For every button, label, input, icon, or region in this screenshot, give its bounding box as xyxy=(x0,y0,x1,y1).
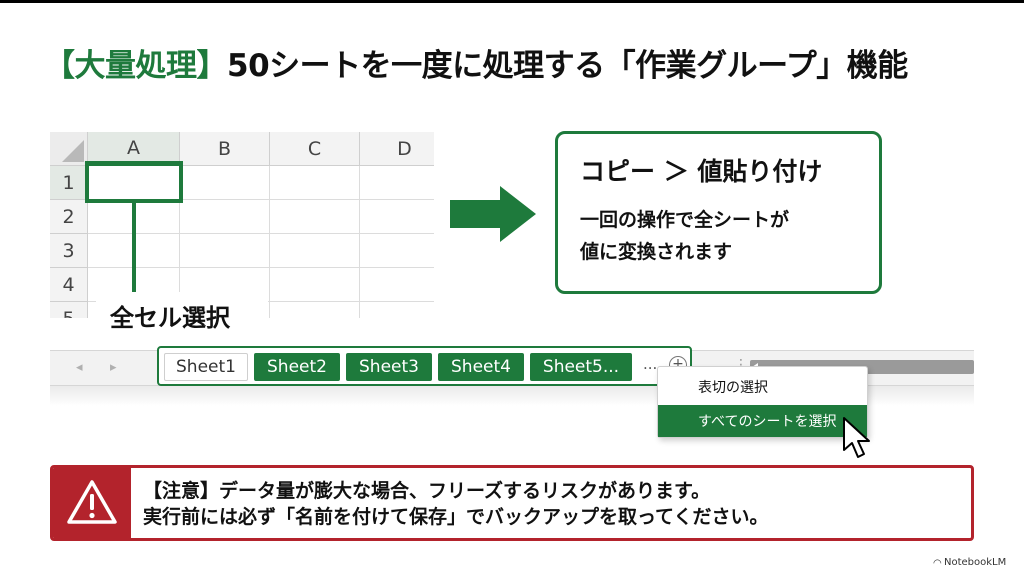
row-header-5[interactable]: 5 xyxy=(50,302,88,318)
warning-text: 【注意】データ量が膨大な場合、フリーズするリスクがあります。 実行前には必ず「名… xyxy=(143,478,768,530)
page-title: 【大量処理】50シートを一度に処理する「作業グループ」機能 xyxy=(44,40,908,88)
info-line-2: 値に変換されます xyxy=(580,241,733,263)
row-header-4[interactable]: 4 xyxy=(50,268,88,302)
menu-item-ungroup[interactable]: 表切の選択 xyxy=(658,371,867,403)
result-info-box: コピー ＞ 値貼り付け 一回の操作で全シートが 値に変換されます xyxy=(555,131,882,294)
info-heading: コピー ＞ 値貼り付け xyxy=(580,157,823,186)
column-header-c[interactable]: C xyxy=(270,132,360,166)
right-arrow-icon xyxy=(450,186,536,242)
row-header-2[interactable]: 2 xyxy=(50,200,88,234)
brand-name: NotebookLM xyxy=(944,557,1007,568)
cell-b2[interactable] xyxy=(180,200,270,234)
warning-icon-panel xyxy=(53,468,131,538)
spreadsheet-grid: A B C D 1 2 3 4 5 xyxy=(50,132,434,318)
sheet-tab-5[interactable]: Sheet5... xyxy=(530,353,632,381)
tab-scroll-right-icon[interactable]: ▸ xyxy=(110,360,117,375)
warning-banner: 【注意】データ量が膨大な場合、フリーズするリスクがあります。 実行前には必ず「名… xyxy=(50,465,974,541)
info-line-1: 一回の操作で全シートが xyxy=(580,209,790,231)
cell-d1[interactable] xyxy=(360,166,434,200)
mouse-pointer-icon xyxy=(843,417,870,458)
cell-c2[interactable] xyxy=(270,200,360,234)
row-header-3[interactable]: 3 xyxy=(50,234,88,268)
warning-line-1: 【注意】データ量が膨大な場合、フリーズするリスクがあります。 xyxy=(143,480,711,502)
info-body: 一回の操作で全シートが 値に変換されます xyxy=(580,204,789,268)
title-main: 50シートを一度に処理する「作業グループ」機能 xyxy=(227,48,908,84)
cell-d3[interactable] xyxy=(360,234,434,268)
tab-scroll-left-icon[interactable]: ◂ xyxy=(76,360,83,375)
sheet-tab-2[interactable]: Sheet2 xyxy=(254,353,340,381)
cell-c1[interactable] xyxy=(270,166,360,200)
warning-triangle-icon xyxy=(67,480,117,524)
column-header-d[interactable]: D xyxy=(360,132,434,166)
cell-c5[interactable] xyxy=(270,302,360,318)
column-header-b[interactable]: B xyxy=(180,132,270,166)
title-accent: 【大量処理】 xyxy=(44,48,228,84)
tab-overflow-icon[interactable]: ... xyxy=(643,355,657,373)
active-cell-a1[interactable] xyxy=(85,161,183,203)
row-header-1[interactable]: 1 xyxy=(50,166,88,200)
select-all-corner[interactable] xyxy=(50,132,88,166)
sheet-tab-3[interactable]: Sheet3 xyxy=(346,353,432,381)
tab-context-menu: 表切の選択 すべてのシートを選択 xyxy=(657,366,868,438)
cell-c3[interactable] xyxy=(270,234,360,268)
notebooklm-logo-icon: ◠ xyxy=(933,558,942,569)
cell-d5[interactable] xyxy=(360,302,434,318)
cell-c4[interactable] xyxy=(270,268,360,302)
top-border xyxy=(0,0,1024,3)
warning-line-2: 実行前には必ず「名前を付けて保存」でバックアップを取ってください。 xyxy=(143,506,769,528)
sheet-tab-1[interactable]: Sheet1 xyxy=(164,353,248,381)
callout-label: 全セル選択 xyxy=(110,304,230,332)
callout-line xyxy=(132,203,136,300)
menu-item-select-all-sheets[interactable]: すべてのシートを選択 xyxy=(658,405,867,437)
sheet-tab-4[interactable]: Sheet4 xyxy=(438,353,524,381)
cell-b3[interactable] xyxy=(180,234,270,268)
cell-d4[interactable] xyxy=(360,268,434,302)
cell-d2[interactable] xyxy=(360,200,434,234)
cell-b1[interactable] xyxy=(180,166,270,200)
